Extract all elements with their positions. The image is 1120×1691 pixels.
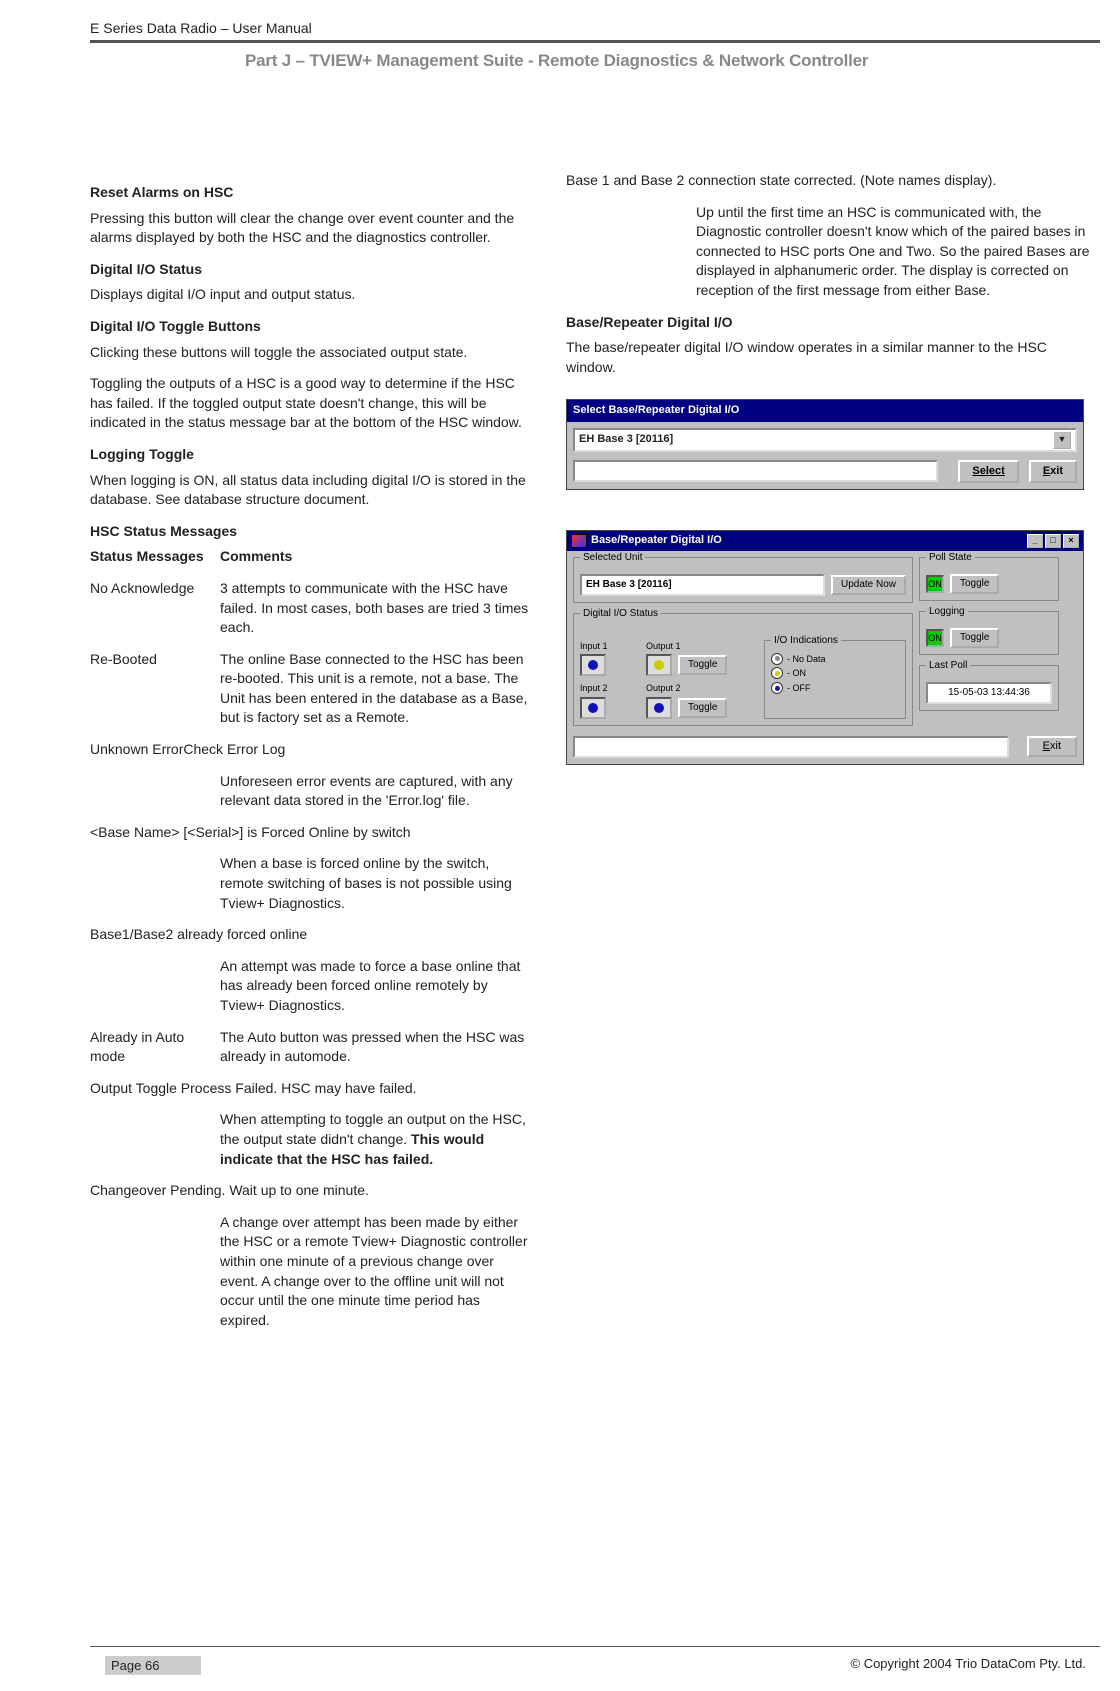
label-input2: Input 2 [580,682,638,695]
dropdown-selected-unit[interactable]: EH Base 3 [20116] ▼ [573,428,1077,452]
cell-comment: When a base is forced online by the swit… [220,854,530,913]
cell-comment: When attempting to toggle an output on t… [220,1110,530,1169]
app-icon [571,534,587,548]
window-select-base-repeater: Select Base/Repeater Digital I/O EH Base… [566,399,1084,490]
minimize-icon[interactable]: _ [1027,534,1043,548]
para-indented: Up until the first time an HSC is commun… [696,203,1096,301]
heading-dio-toggle: Digital I/O Toggle Buttons [90,317,530,337]
led-output2 [646,697,672,719]
row-forced-online: <Base Name> [<Serial>] is Forced Online … [90,823,530,843]
dropdown-value: EH Base 3 [20116] [579,432,673,447]
copyright: © Copyright 2004 Trio DataCom Pty. Ltd. [851,1656,1087,1675]
frame-title: Digital I/O Status [580,607,661,621]
frame-title: I/O Indications [771,634,841,648]
logging-on-indicator: ON [926,629,944,647]
frame-selected-unit: Selected Unit EH Base 3 [20116] Update N… [573,557,913,603]
frame-poll-state: Poll State ON Toggle [919,557,1059,601]
th-comments: Comments [220,547,530,579]
titlebar: Base/Repeater Digital I/O _ □ × [567,531,1083,550]
exit-button[interactable]: Exit [1029,460,1077,483]
led-input2 [580,697,606,719]
heading-dio-status: Digital I/O Status [90,260,530,280]
last-poll-value: 15-05-03 13:44:36 [926,682,1052,704]
toggle-output1-button[interactable]: Toggle [678,655,727,675]
frame-logging: Logging ON Toggle [919,611,1059,655]
poll-on-indicator: ON [926,575,944,593]
label-output1: Output 1 [646,640,756,653]
frame-title: Logging [926,605,968,619]
label-output2: Output 2 [646,682,756,695]
maximize-icon[interactable]: □ [1045,534,1061,548]
label-input1: Input 1 [580,640,638,653]
heading-base-repeater-dio: Base/Repeater Digital I/O [566,313,1096,333]
para: Base 1 and Base 2 connection state corre… [566,171,1096,191]
chevron-down-icon[interactable]: ▼ [1053,431,1071,449]
exit-button[interactable]: Exit [1027,736,1077,757]
cell-comment: An attempt was made to force a base onli… [220,957,530,1016]
titlebar: Select Base/Repeater Digital I/O [567,400,1083,421]
label-on: - ON [787,667,806,680]
status-strip [573,460,938,482]
label-nodata: - No Data [787,653,826,666]
left-column: Reset Alarms on HSC Pressing this button… [90,171,530,1342]
cell-status: Re-Booted [90,650,220,740]
cell-comment: A change over attempt has been made by e… [220,1213,530,1331]
para: Toggling the outputs of a HSC is a good … [90,374,530,433]
window-base-repeater-dio: Base/Repeater Digital I/O _ □ × Selected… [566,530,1084,765]
heading-hsc-status: HSC Status Messages [90,522,530,542]
frame-title: Poll State [926,551,975,565]
dropdown-selected-unit[interactable]: EH Base 3 [20116] [580,574,825,596]
frame-io-indications: I/O Indications - No Data - ON - OFF [764,640,906,719]
para: The base/repeater digital I/O window ope… [566,338,1096,377]
indicator-on-icon [771,667,783,679]
status-messages-table: Status Messages Comments No Acknowledge … [90,547,530,740]
row-unknown-error: Unknown ErrorCheck Error Log [90,740,530,760]
dropdown-value: EH Base 3 [20116] [586,578,672,592]
th-status: Status Messages [90,547,220,579]
toggle-logging-button[interactable]: Toggle [950,628,999,648]
part-title: Part J – TVIEW+ Management Suite - Remot… [245,51,1120,71]
para: When logging is ON, all status data incl… [90,471,530,510]
page-number: Page 66 [105,1656,201,1675]
row-already-forced: Base1/Base2 already forced online [90,925,530,945]
toggle-poll-button[interactable]: Toggle [950,574,999,594]
led-input1 [580,654,606,676]
cell-comment: The Auto button was pressed when the HSC… [220,1028,530,1079]
exit-label-rest: xit [1050,465,1063,477]
cell-status: No Acknowledge [90,579,220,650]
para: Clicking these buttons will toggle the a… [90,343,530,363]
titlebar-text: Base/Repeater Digital I/O [591,533,722,548]
frame-last-poll: Last Poll 15-05-03 13:44:36 [919,665,1059,711]
status-strip [573,736,1009,758]
heading-logging: Logging Toggle [90,445,530,465]
indicator-off-icon [771,682,783,694]
cell-comment: Unforeseen error events are captured, wi… [220,772,530,811]
close-icon[interactable]: × [1063,534,1079,548]
frame-title: Selected Unit [580,551,645,565]
label-off: - OFF [787,682,811,695]
cell-comment: The online Base connected to the HSC has… [220,650,530,740]
led-output1 [646,654,672,676]
cell-comment: 3 attempts to communicate with the HSC h… [220,579,530,650]
select-button[interactable]: Select [958,460,1018,483]
row-toggle-failed: Output Toggle Process Failed. HSC may ha… [90,1079,530,1099]
update-now-button[interactable]: Update Now [831,575,906,595]
row-changeover: Changeover Pending. Wait up to one minut… [90,1181,530,1201]
header-title: E Series Data Radio – User Manual [90,20,1100,43]
toggle-output2-button[interactable]: Toggle [678,698,727,718]
right-column: Base 1 and Base 2 connection state corre… [566,171,1096,1342]
indicator-nodata-icon [771,653,783,665]
heading-reset-alarms: Reset Alarms on HSC [90,183,530,203]
para: Pressing this button will clear the chan… [90,209,530,248]
para: Displays digital I/O input and output st… [90,285,530,305]
frame-title: Last Poll [926,659,970,673]
frame-digital-io-status: Digital I/O Status Input 1 Input 2 Outpu… [573,613,913,726]
cell-status: Already in Auto mode [90,1028,220,1079]
